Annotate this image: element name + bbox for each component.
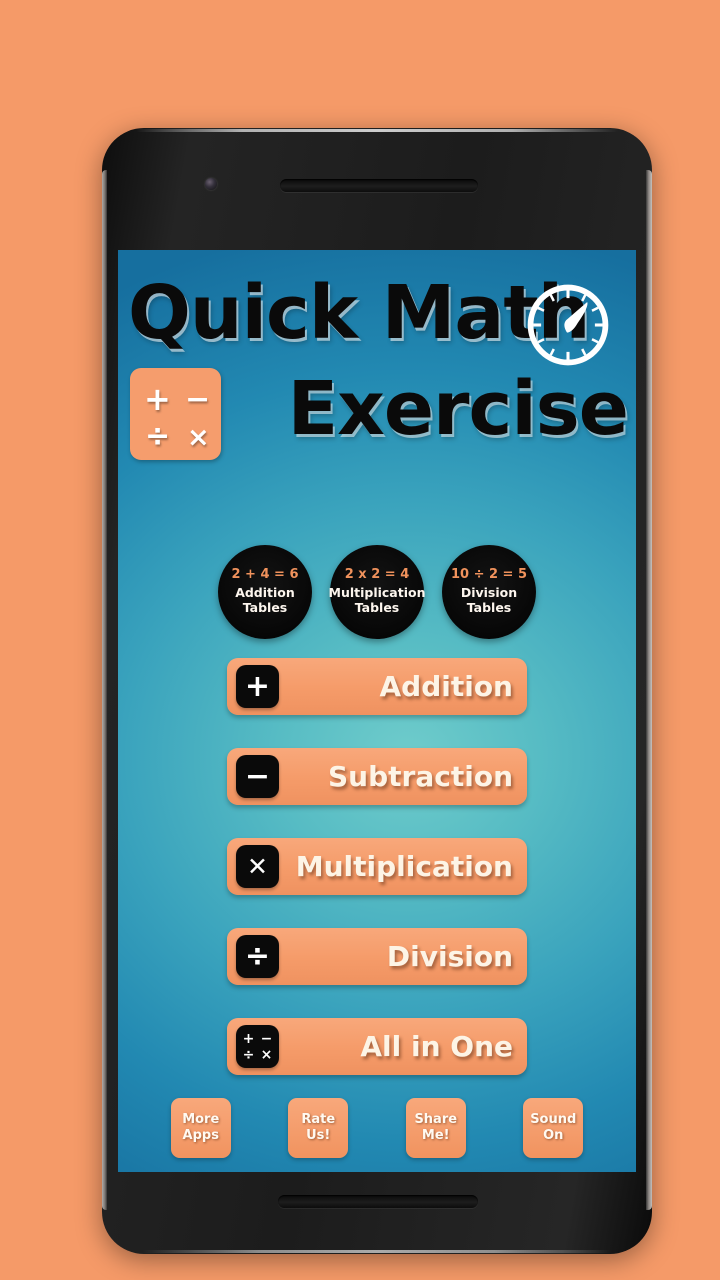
division-button[interactable]: ÷ Division (227, 928, 527, 985)
table-label-line2: Tables (466, 600, 512, 615)
table-equation: 10 ÷ 2 = 5 (450, 567, 528, 583)
more-apps-button[interactable]: More Apps (170, 1098, 231, 1158)
multiply-icon: ✕ (236, 845, 279, 888)
badge-minus-glyph: − (185, 382, 211, 417)
table-equation: 2 + 4 = 6 (231, 567, 299, 583)
badge-divide-glyph: ÷ (145, 419, 171, 454)
grid-plus-glyph: + (242, 1030, 255, 1047)
more-apps-label-line1: More (182, 1111, 220, 1127)
table-circle-multiplication[interactable]: 2 x 2 = 4 Multiplication Tables (328, 545, 426, 639)
share-me-label-line2: Me! (421, 1128, 450, 1143)
table-label-line1: Addition (235, 585, 295, 601)
footer-actions-row: More Apps Rate Us! Share Me! Sound On (118, 1098, 636, 1158)
more-apps-label-line2: Apps (182, 1128, 219, 1143)
sound-on-label-line2: On (543, 1128, 564, 1143)
phone-side-rail-right (646, 170, 652, 1210)
addition-button[interactable]: + Addition (227, 658, 527, 715)
rate-us-button[interactable]: Rate Us! (288, 1098, 349, 1158)
table-label-line1: Multiplication (328, 585, 426, 601)
subtraction-button[interactable]: − Subtraction (227, 748, 527, 805)
minus-icon: − (236, 755, 279, 798)
divide-icon: ÷ (236, 935, 279, 978)
app-screen: Quick Math + − ÷ × Exercise 2 + 4 = 6 Ad… (118, 250, 636, 1172)
app-header: Quick Math + − ÷ × Exercise (118, 250, 636, 510)
division-button-label: Division (386, 939, 513, 973)
plus-icon: + (236, 665, 279, 708)
grid-multiply-glyph: × (260, 1046, 273, 1063)
subtraction-button-label: Subtraction (328, 759, 513, 793)
sound-on-label-line1: Sound (530, 1111, 577, 1127)
grid-divide-glyph: ÷ (242, 1046, 255, 1063)
table-circle-addition[interactable]: 2 + 4 = 6 Addition Tables (218, 545, 312, 639)
rate-us-label-line2: Us! (306, 1128, 331, 1143)
share-me-label-line1: Share (414, 1111, 458, 1127)
grid-minus-glyph: − (260, 1030, 273, 1047)
operations-list: + Addition − Subtraction ✕ Multiplicatio… (118, 658, 636, 1108)
rate-us-label-line1: Rate (301, 1111, 336, 1127)
bottom-speaker-icon (278, 1195, 478, 1208)
table-label-line2: Tables (354, 600, 400, 615)
multiplication-button-label: Multiplication (295, 849, 513, 883)
tables-shortcuts-row: 2 + 4 = 6 Addition Tables 2 x 2 = 4 Mult… (118, 545, 636, 645)
phone-bottom-edge-highlight (142, 1250, 612, 1253)
calculator-icon: + − ÷ × (236, 1025, 279, 1068)
share-me-button[interactable]: Share Me! (405, 1098, 466, 1158)
table-circle-division[interactable]: 10 ÷ 2 = 5 Division Tables (442, 545, 536, 639)
app-title-line1: Quick Math (128, 270, 590, 356)
badge-multiply-glyph: × (187, 422, 210, 453)
front-camera-icon (205, 178, 217, 190)
addition-button-label: Addition (379, 669, 513, 703)
badge-plus-glyph: + (144, 380, 171, 418)
calculator-icon-grid: + − ÷ × (240, 1031, 276, 1063)
minus-glyph: − (244, 758, 271, 794)
table-label-line1: Division (460, 585, 518, 601)
all-in-one-button-label: All in One (360, 1029, 513, 1063)
app-title-line2: Exercise (287, 366, 629, 452)
calculator-badge-icon: + − ÷ × (130, 368, 221, 460)
phone-side-rail-left (102, 170, 107, 1210)
sound-on-button[interactable]: Sound On (523, 1098, 584, 1158)
all-in-one-button[interactable]: + − ÷ × All in One (227, 1018, 527, 1075)
table-equation: 2 x 2 = 4 (344, 567, 410, 583)
phone-top-edge-highlight (136, 129, 618, 132)
earpiece-speaker-icon (280, 179, 478, 192)
multiplication-button[interactable]: ✕ Multiplication (227, 838, 527, 895)
phone-device: Quick Math + − ÷ × Exercise 2 + 4 = 6 Ad… (102, 128, 652, 1254)
table-label-line2: Tables (242, 600, 288, 615)
multiply-glyph: ✕ (247, 852, 268, 881)
plus-glyph: + (244, 668, 271, 704)
divide-glyph: ÷ (244, 938, 271, 974)
stopwatch-icon (520, 277, 616, 373)
